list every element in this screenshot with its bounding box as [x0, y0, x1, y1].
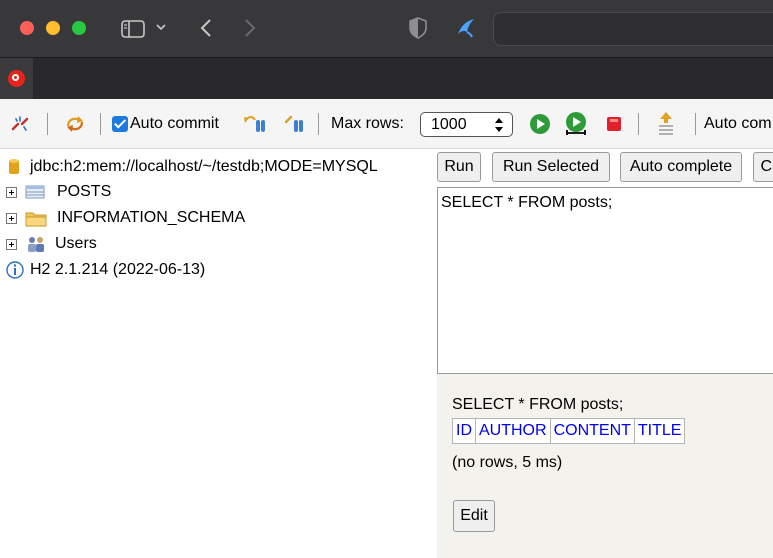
run-selected-button[interactable]: Run Selected [492, 152, 610, 182]
toolbar-separator [47, 113, 48, 135]
rollback-button[interactable] [243, 99, 267, 149]
result-statement: SELECT * FROM posts; [452, 396, 624, 413]
sql-text: SELECT * FROM posts; [441, 194, 613, 211]
schema-tree: jdbc:h2:mem://localhost/~/testdb;MODE=MY… [0, 149, 437, 558]
sidebar-icon[interactable] [121, 19, 145, 39]
refresh-button[interactable] [64, 99, 86, 149]
tree-item-label: INFORMATION_SCHEMA [57, 209, 246, 226]
play-selected-icon [566, 112, 586, 135]
editor-button-row: Run Run Selected Auto complete Cl [437, 149, 773, 187]
tree-version: H2 2.1.214 (2022-06-13) [0, 257, 205, 283]
play-icon [530, 114, 550, 134]
info-icon [6, 261, 24, 279]
clear-button[interactable]: Cl [753, 152, 773, 182]
users-icon [28, 237, 44, 252]
extension-bird-icon[interactable] [455, 16, 477, 38]
history-button[interactable] [657, 99, 675, 149]
zoom-window-button[interactable] [72, 21, 86, 35]
version-label: H2 2.1.214 (2022-06-13) [30, 261, 206, 278]
tree-item-users[interactable]: Users [0, 231, 97, 257]
folder-icon [25, 212, 47, 227]
favicon-icon [8, 70, 25, 87]
run-button-icon[interactable] [529, 99, 551, 149]
checkbox-checked-icon[interactable] [112, 116, 128, 132]
address-bar[interactable] [493, 12, 773, 46]
stepper-arrows-icon [495, 118, 503, 132]
close-window-button[interactable] [20, 21, 34, 35]
tree-item-label: Users [55, 235, 97, 252]
auto-commit-checkbox[interactable]: Auto commit [112, 99, 219, 149]
tree-item-posts[interactable]: POSTS [0, 179, 111, 205]
toolbar-separator [695, 113, 696, 135]
max-rows-label: Max rows: [331, 115, 404, 132]
run-selected-button-icon[interactable] [563, 99, 589, 149]
commit-icon [284, 115, 303, 132]
history-icon [659, 112, 673, 135]
commit-button[interactable] [284, 99, 306, 149]
stop-button[interactable] [605, 99, 623, 149]
chevron-down-icon[interactable] [156, 23, 166, 31]
auto-complete-button[interactable]: Auto complete [620, 152, 742, 182]
toolbar-separator [318, 113, 319, 135]
max-rows-select[interactable]: 1000 [420, 112, 513, 137]
database-icon [9, 159, 19, 174]
refresh-icon [66, 116, 84, 132]
connection-url: jdbc:h2:mem://localhost/~/testdb;MODE=MY… [30, 158, 378, 175]
rollback-icon [244, 116, 265, 132]
column-header-author[interactable]: AUTHOR [475, 418, 551, 444]
stop-icon [607, 117, 621, 131]
expand-icon[interactable] [6, 238, 17, 250]
table-header-row: ID AUTHOR CONTENT TITLE [452, 418, 686, 444]
h2-toolbar: Auto commit Max rows: 1000 Auto com [0, 99, 773, 149]
disconnect-icon [11, 116, 29, 131]
back-icon[interactable] [199, 17, 213, 39]
toolbar-separator [100, 113, 101, 135]
toolbar-separator [638, 113, 639, 135]
shield-icon[interactable] [409, 17, 427, 39]
auto-commit-label: Auto commit [130, 115, 219, 132]
browser-tab[interactable] [0, 58, 33, 99]
max-rows-label-wrap: Max rows: [331, 99, 404, 149]
max-rows-value: 1000 [431, 116, 467, 133]
expand-icon[interactable] [6, 186, 17, 198]
expand-icon[interactable] [6, 212, 17, 224]
sql-editor[interactable]: SELECT * FROM posts; [437, 187, 773, 374]
run-button[interactable]: Run [437, 152, 481, 182]
result-status: (no rows, 5 ms) [452, 454, 563, 471]
tree-connection[interactable]: jdbc:h2:mem://localhost/~/testdb;MODE=MY… [0, 154, 378, 180]
minimize-window-button[interactable] [46, 21, 60, 35]
table-icon [25, 185, 45, 199]
column-header-content[interactable]: CONTENT [549, 418, 635, 444]
tree-item-information-schema[interactable]: INFORMATION_SCHEMA [0, 205, 245, 231]
result-table: ID AUTHOR CONTENT TITLE [452, 418, 686, 444]
auto-complete-label: Auto com [704, 115, 772, 132]
disconnect-button[interactable] [10, 99, 30, 149]
results-panel: SELECT * FROM posts; ID AUTHOR CONTENT T… [437, 374, 773, 558]
column-header-id[interactable]: ID [452, 418, 476, 444]
edit-button[interactable]: Edit [453, 500, 495, 532]
auto-complete-label-wrap: Auto com [704, 99, 772, 149]
forward-icon[interactable] [243, 17, 257, 39]
tab-bar [0, 57, 773, 99]
tree-item-label: POSTS [57, 183, 112, 200]
column-header-title[interactable]: TITLE [633, 418, 686, 444]
browser-titlebar [0, 0, 773, 57]
